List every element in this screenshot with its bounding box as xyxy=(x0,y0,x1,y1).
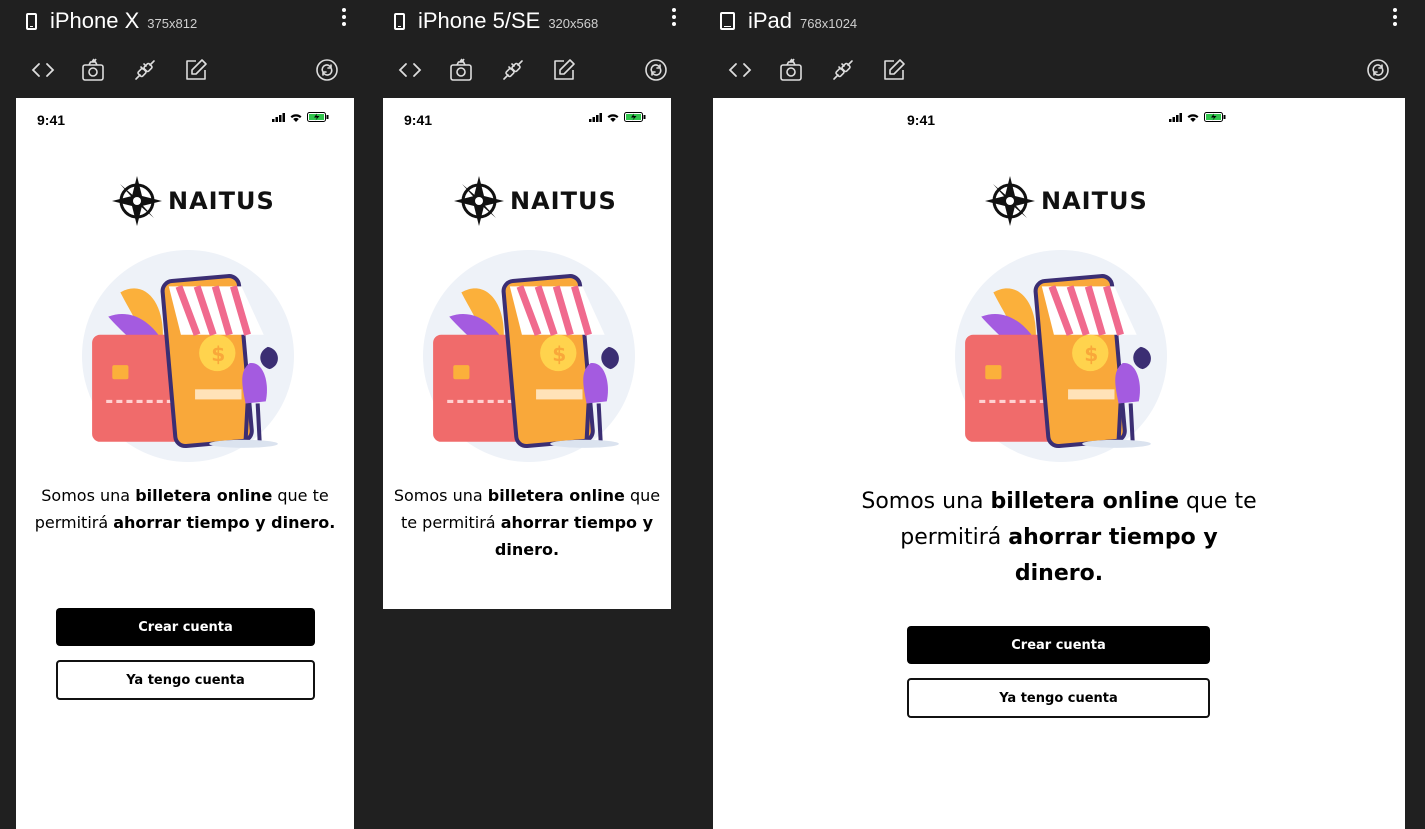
rotate-icon[interactable] xyxy=(644,58,668,82)
battery-icon xyxy=(307,112,329,122)
signal-icon xyxy=(1169,112,1182,122)
create-account-button[interactable]: Crear cuenta xyxy=(56,608,315,646)
device-screen: 9:41 NAITUS $ Somos una billetera online… xyxy=(383,98,671,609)
naitus-star-logo-icon xyxy=(454,176,504,226)
tagline: Somos una billetera online que te permit… xyxy=(34,486,336,532)
device-header: iPhone X 375x812 xyxy=(26,6,197,36)
svg-text:$: $ xyxy=(211,342,225,366)
brand-name: NAITUS xyxy=(510,187,617,215)
device-header: iPad 768x1024 xyxy=(720,6,857,36)
status-time: 9:41 xyxy=(404,112,433,128)
preview-panel-ipad: iPad 768x1024 9:41 NAITUS $ Somos una bi… xyxy=(712,0,1425,829)
code-icon[interactable] xyxy=(728,58,752,82)
have-account-button[interactable]: Ya tengo cuenta xyxy=(56,660,315,700)
rotate-icon[interactable] xyxy=(1366,58,1390,82)
more-vert-icon[interactable] xyxy=(672,8,676,26)
connect-icon[interactable] xyxy=(831,58,855,82)
wifi-icon xyxy=(1187,113,1199,122)
wallet-store-illustration: $ xyxy=(82,250,294,462)
status-time: 9:41 xyxy=(37,112,66,128)
phone-device-icon xyxy=(394,12,405,30)
code-icon[interactable] xyxy=(398,58,422,82)
create-account-button[interactable]: Crear cuenta xyxy=(907,626,1210,664)
edit-icon[interactable] xyxy=(882,58,906,82)
naitus-logo: NAITUS xyxy=(452,174,617,228)
naitus-logo: NAITUS xyxy=(983,174,1148,228)
device-screen: 9:41 NAITUS $ Somos una billetera online… xyxy=(16,98,354,829)
status-icons xyxy=(1169,112,1226,122)
naitus-star-logo-icon xyxy=(112,176,162,226)
wallet-store-illustration: $ xyxy=(423,250,635,462)
tablet-device-icon xyxy=(720,12,735,30)
code-icon[interactable] xyxy=(31,58,55,82)
screenshot-icon[interactable] xyxy=(81,58,105,82)
connect-icon[interactable] xyxy=(501,58,525,82)
phone-device-icon xyxy=(26,12,37,30)
svg-text:$: $ xyxy=(1084,342,1098,366)
preview-panel-iphone-se: iPhone 5/SE 320x568 9:41 NAITUS $ Somos … xyxy=(356,0,712,829)
more-vert-icon[interactable] xyxy=(1393,8,1397,26)
signal-icon xyxy=(589,112,602,122)
edit-icon[interactable] xyxy=(184,58,208,82)
device-size: 768x1024 xyxy=(800,15,858,31)
naitus-logo: NAITUS xyxy=(110,174,275,228)
rotate-icon[interactable] xyxy=(315,58,339,82)
preview-panel-iphone-x: iPhone X 375x812 9:41 NAITUS $ Somos una… xyxy=(0,0,356,829)
edit-icon[interactable] xyxy=(552,58,576,82)
device-name: iPhone 5/SE xyxy=(418,8,541,33)
wifi-icon xyxy=(290,113,302,122)
brand-name: NAITUS xyxy=(168,187,275,215)
battery-icon xyxy=(1204,112,1226,122)
tagline: Somos una billetera online que te permit… xyxy=(861,489,1257,586)
status-icons xyxy=(272,112,329,122)
have-account-button[interactable]: Ya tengo cuenta xyxy=(907,678,1210,718)
device-screen: 9:41 NAITUS $ Somos una billetera online… xyxy=(713,98,1405,829)
tagline: Somos una billetera online que te permit… xyxy=(393,486,661,559)
connect-icon[interactable] xyxy=(133,58,157,82)
svg-text:$: $ xyxy=(552,342,566,366)
screenshot-icon[interactable] xyxy=(779,58,803,82)
status-icons xyxy=(589,112,646,122)
device-size: 375x812 xyxy=(147,15,198,31)
brand-name: NAITUS xyxy=(1041,187,1148,215)
device-name: iPhone X xyxy=(50,8,140,33)
device-header: iPhone 5/SE 320x568 xyxy=(394,6,598,36)
device-size: 320x568 xyxy=(548,15,599,31)
screenshot-icon[interactable] xyxy=(449,58,473,82)
signal-icon xyxy=(272,112,285,122)
naitus-star-logo-icon xyxy=(985,176,1035,226)
status-time: 9:41 xyxy=(907,112,936,128)
wifi-icon xyxy=(607,113,619,122)
more-vert-icon[interactable] xyxy=(342,8,346,26)
device-name: iPad xyxy=(748,8,793,33)
wallet-store-illustration: $ xyxy=(955,250,1167,462)
battery-icon xyxy=(624,112,646,122)
